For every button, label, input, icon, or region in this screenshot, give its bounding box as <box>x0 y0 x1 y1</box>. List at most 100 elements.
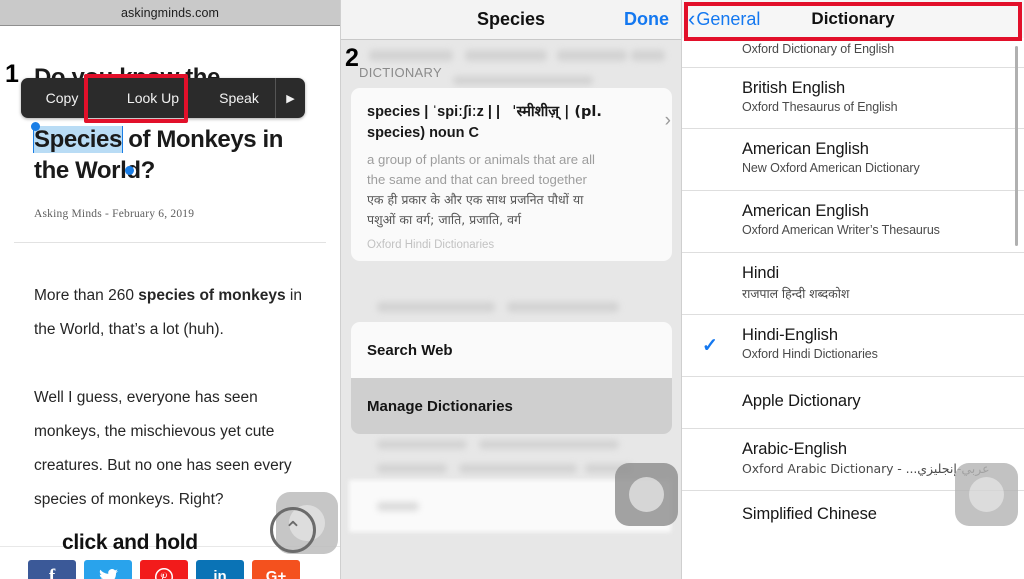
look-up-button[interactable]: Look Up <box>103 78 203 118</box>
paragraph-1-text-c: (huh). <box>183 321 224 338</box>
step-number-2: 2 <box>345 44 359 72</box>
paragraph-1-bold-a: species of <box>138 287 215 304</box>
click-and-hold-annotation: click and hold <box>62 531 198 554</box>
definition-hi-line-1: एक ही प्रकार के और एक साथ प्रजनित पौधों … <box>367 192 584 207</box>
dictionary-section-label: DICTIONARY <box>359 65 442 80</box>
list-item-subtitle: Oxford Hindi Dictionaries <box>742 347 878 361</box>
back-label: General <box>696 8 761 29</box>
definition-en-line-1: a group of plants or animals that are al… <box>367 152 595 167</box>
list-item-title: British English <box>742 79 846 97</box>
list-item[interactable]: American English Oxford American Writer’… <box>682 191 1024 253</box>
pinterest-share-button[interactable] <box>140 560 188 579</box>
list-item[interactable]: American English New Oxford American Dic… <box>682 129 1024 191</box>
entry-definition-hindi: एक ही प्रकार के और एक साथ प्रजनित पौधों … <box>367 190 642 230</box>
blurred-text-line <box>453 76 593 85</box>
heading-line-3-rest: of Monkeys in <box>121 126 284 153</box>
pinterest-icon <box>155 567 173 579</box>
google-plus-icon: G+ <box>265 568 287 579</box>
chevron-right-icon[interactable]: › <box>665 110 671 132</box>
headword-line-2: species) noun C <box>367 125 479 141</box>
byline-author: Asking Minds <box>34 208 102 220</box>
blurred-text-line <box>479 440 619 449</box>
entry-definition-english: a group of plants or animals that are al… <box>367 150 637 190</box>
blurred-text-line <box>377 440 467 449</box>
blurred-text-line <box>507 302 619 312</box>
step-number-1: 1 <box>5 60 19 88</box>
list-item-subtitle: Oxford Thesaurus of English <box>742 100 898 114</box>
blurred-text-line <box>631 50 665 61</box>
linkedin-share-button[interactable]: in <box>196 560 244 579</box>
lookup-nav-bar: Species Done <box>341 0 681 40</box>
list-item[interactable]: Hindi राजपाल हिन्दी शब्दकोश <box>682 253 1024 315</box>
blurred-text-line <box>459 464 577 473</box>
three-panel-tutorial-screenshot: askingminds.com 1 Do you know the more t… <box>0 0 1024 579</box>
twitter-share-button[interactable] <box>84 560 132 579</box>
scrollbar-thumb[interactable] <box>1015 46 1018 246</box>
back-to-general-button[interactable]: ‹ General <box>688 8 760 30</box>
byline-separator: - <box>104 208 110 220</box>
selection-handle-end[interactable] <box>125 166 134 175</box>
googleplus-share-button[interactable]: G+ <box>252 560 300 579</box>
twitter-icon <box>99 568 118 579</box>
browser-url-bar[interactable]: askingminds.com <box>0 0 340 26</box>
blurred-text-line <box>465 50 547 61</box>
paragraph-1-text-a: More than 260 <box>34 287 139 304</box>
more-options-button[interactable]: ▶ <box>275 78 305 118</box>
list-item-selected[interactable]: ✓ Hindi-English Oxford Hindi Dictionarie… <box>682 315 1024 377</box>
facebook-share-button[interactable]: f <box>28 560 76 579</box>
checkmark-icon: ✓ <box>702 335 718 356</box>
headword-hindi-transliteration: ˈस्मीशीज़् | (pl. <box>512 104 602 120</box>
blurred-text-line <box>377 464 447 473</box>
article-byline: Asking Minds - February 6, 2019 <box>34 208 194 220</box>
blurred-text-line <box>369 50 453 61</box>
article-paragraph-1: More than 260 species of monkeys in the … <box>34 279 326 347</box>
manage-dictionaries-button[interactable]: Manage Dictionaries <box>351 378 672 434</box>
byline-date: February 6, 2019 <box>112 208 195 220</box>
list-item-title: American English <box>742 140 869 158</box>
divider <box>14 242 326 243</box>
url-text: askingminds.com <box>120 5 220 20</box>
blurred-text-line <box>557 50 627 61</box>
copy-button[interactable]: Copy <box>21 78 103 118</box>
list-item-title: Hindi-English <box>742 326 838 344</box>
list-item-subtitle: New Oxford American Dictionary <box>742 161 920 175</box>
lookup-action-menu: Search Web Manage Dictionaries <box>351 322 672 434</box>
list-item[interactable]: Apple Dictionary <box>682 377 1024 429</box>
headword-line-1: species | ˈspiːʃiːz | | <box>367 104 501 120</box>
list-item-title: Arabic-English <box>742 440 847 458</box>
list-item-title: American English <box>742 202 869 220</box>
chevron-up-icon: ⌃ <box>283 517 303 542</box>
speak-button[interactable]: Speak <box>203 78 275 118</box>
list-item-subtitle: Oxford American Writer’s Thesaurus <box>742 223 940 237</box>
definition-hi-line-2: पशुओं का वर्ग; जाति, प्रजाति, वर्ग <box>367 212 522 227</box>
search-web-button[interactable]: Search Web <box>351 322 672 378</box>
list-item-title: Apple Dictionary <box>742 392 861 410</box>
list-item-subtitle: राजपाल हिन्दी शब्दकोश <box>742 286 850 301</box>
selection-handle-start[interactable] <box>31 122 40 131</box>
social-share-row: f in G+ <box>28 560 300 579</box>
panel-safari-article: askingminds.com 1 Do you know the more t… <box>0 0 341 579</box>
dictionary-nav-bar: ‹ General Dictionary <box>682 0 1024 38</box>
article-body: 1 Do you know the more than 260 Species … <box>0 26 340 579</box>
list-item-title: Hindi <box>742 264 780 282</box>
scroll-to-top-button[interactable]: ⌃ <box>270 507 316 553</box>
linkedin-icon: in <box>213 568 227 579</box>
touch-indicator-blob <box>955 463 1018 526</box>
entry-source: Oxford Hindi Dictionaries <box>367 239 495 251</box>
list-item[interactable]: British English Oxford Thesaurus of Engl… <box>682 68 1024 129</box>
lookup-title: Species <box>476 9 546 29</box>
done-button[interactable]: Done <box>624 9 669 30</box>
entry-headword: species | ˈspiːʃiːz | | ˈस्मीशीज़् | (pl… <box>367 102 656 144</box>
dictionary-entry-card[interactable]: species | ˈspiːʃiːz | | ˈस्मीशीज़् | (pl… <box>351 88 672 261</box>
selected-word[interactable]: Species <box>34 126 122 153</box>
heading-line-4: the World? <box>34 157 155 184</box>
list-item[interactable]: Oxford Dictionary of English <box>682 38 1024 68</box>
list-item-subtitle: Oxford Dictionary of English <box>742 42 895 56</box>
paragraph-1-bold-b: monkeys <box>218 287 286 304</box>
definition-en-line-2: the same and that can breed together <box>367 172 587 187</box>
chevron-left-icon: ‹ <box>688 6 696 31</box>
text-selection-toolbar: Copy Look Up Speak ▶ <box>21 78 305 118</box>
triangle-right-icon: ▶ <box>286 92 295 105</box>
touch-indicator-blob <box>615 463 678 526</box>
facebook-icon: f <box>48 565 56 579</box>
